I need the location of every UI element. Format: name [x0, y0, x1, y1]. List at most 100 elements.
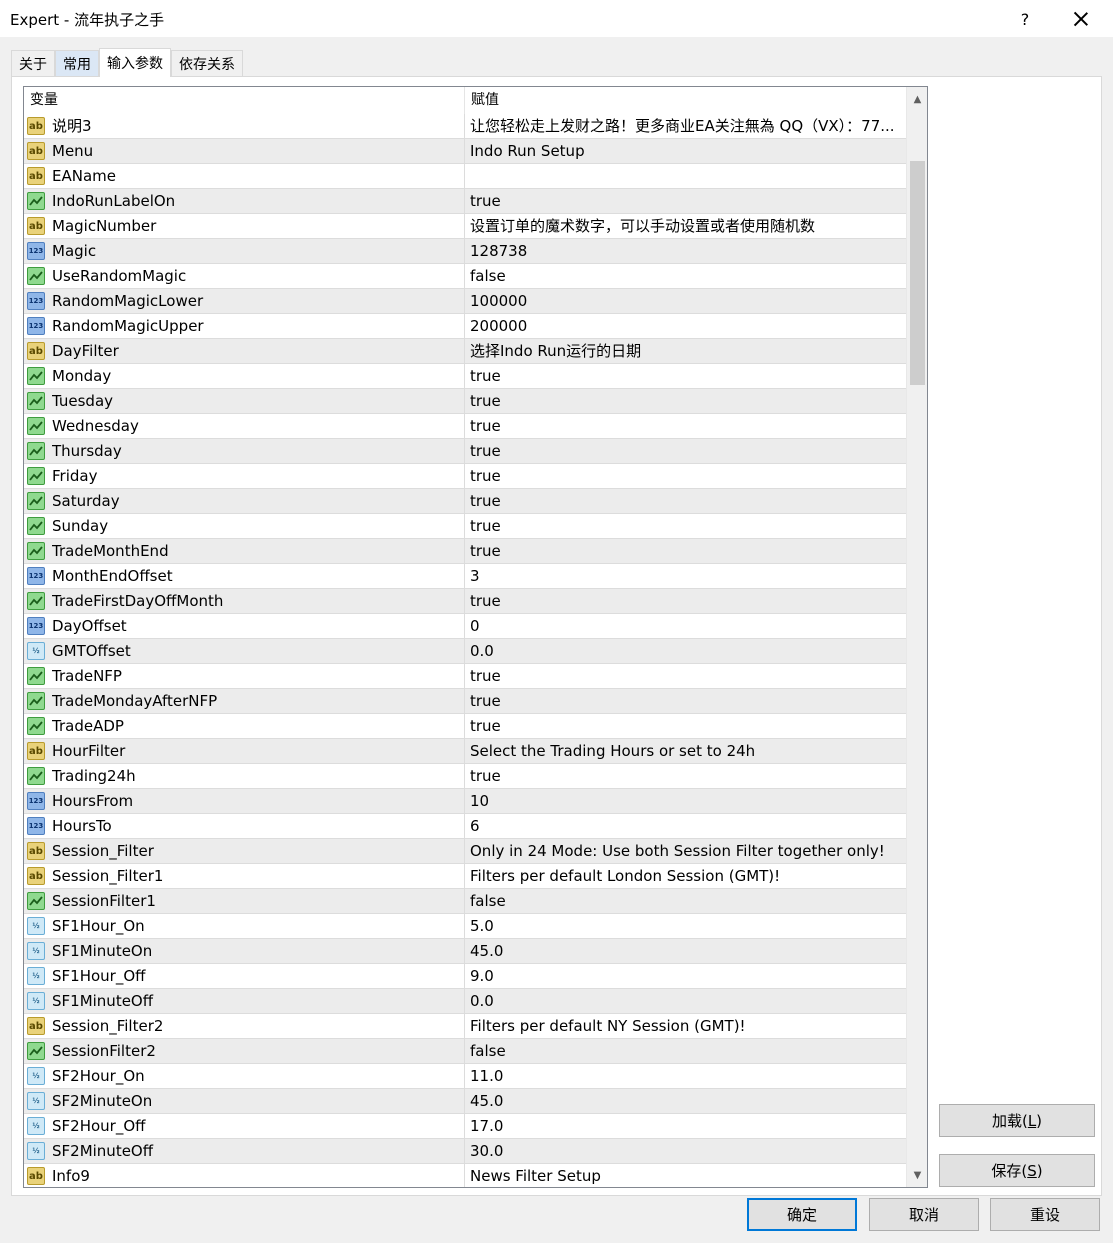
table-row[interactable]: Trading24h true	[24, 764, 906, 789]
table-row[interactable]: ½ SF2Hour_On 11.0	[24, 1064, 906, 1089]
table-row[interactable]: 123 HoursFrom 10	[24, 789, 906, 814]
param-value[interactable]: true	[470, 189, 902, 213]
table-row[interactable]: ab HourFilter Select the Trading Hours or …	[24, 739, 906, 764]
table-row[interactable]: ½ SF1Hour_Off 9.0	[24, 964, 906, 989]
table-row[interactable]: Saturday true	[24, 489, 906, 514]
table-row[interactable]: ab Session_Filter1 Filters per default Lon…	[24, 864, 906, 889]
param-value[interactable]: 45.0	[470, 1089, 902, 1113]
table-row[interactable]: ab DayFilter 选择Indo Run运行的日期	[24, 339, 906, 364]
param-value[interactable]: true	[470, 364, 902, 388]
param-value[interactable]: 200000	[470, 314, 902, 338]
table-row[interactable]: Thursday true	[24, 439, 906, 464]
param-value[interactable]: 3	[470, 564, 902, 588]
param-value[interactable]: 9.0	[470, 964, 902, 988]
param-value[interactable]: Select the Trading Hours or set to 24h	[470, 739, 902, 763]
param-value[interactable]: true	[470, 714, 902, 738]
param-value[interactable]: 0.0	[470, 989, 902, 1013]
help-button[interactable]: ?	[1002, 0, 1048, 38]
table-row[interactable]: 123 HoursTo 6	[24, 814, 906, 839]
param-value[interactable]: 0.0	[470, 639, 902, 663]
param-value[interactable]: true	[470, 414, 902, 438]
param-value[interactable]: 17.0	[470, 1114, 902, 1138]
param-value[interactable]: 让您轻松走上发财之路！更多商业EA关注無為 QQ（VX）：77...	[470, 114, 902, 138]
param-value[interactable]: true	[470, 589, 902, 613]
table-row[interactable]: ½ GMTOffset 0.0	[24, 639, 906, 664]
table-row[interactable]: Monday true	[24, 364, 906, 389]
table-row[interactable]: 123 RandomMagicUpper 200000	[24, 314, 906, 339]
scroll-thumb[interactable]	[910, 161, 925, 385]
param-value[interactable]: News Filter Setup	[470, 1164, 902, 1187]
param-value[interactable]: 5.0	[470, 914, 902, 938]
param-value[interactable]: Filters per default London Session (GMT)…	[470, 864, 902, 888]
header-variable[interactable]: 变量	[24, 87, 465, 114]
table-row[interactable]: ½ SF2MinuteOn 45.0	[24, 1089, 906, 1114]
table-row[interactable]: ab 说明3 让您轻松走上发财之路！更多商业EA关注無為 QQ（VX）：77...	[24, 114, 906, 139]
table-row[interactable]: ab MagicNumber 设置订单的魔术数字，可以手动设置或者使用随机数	[24, 214, 906, 239]
param-value[interactable]: 100000	[470, 289, 902, 313]
param-value[interactable]: true	[470, 489, 902, 513]
param-value[interactable]: true	[470, 439, 902, 463]
load-button[interactable]: 加载(L)	[939, 1104, 1095, 1137]
param-value[interactable]: true	[470, 764, 902, 788]
param-value[interactable]: false	[470, 264, 902, 288]
param-value[interactable]: false	[470, 1039, 902, 1063]
param-value[interactable]: true	[470, 514, 902, 538]
tab-about[interactable]: 关于	[11, 50, 55, 77]
scroll-up-arrow-icon[interactable]: ▲	[907, 89, 927, 109]
param-value[interactable]: 设置订单的魔术数字，可以手动设置或者使用随机数	[470, 214, 902, 238]
vertical-scrollbar[interactable]: ▲ ▼	[906, 87, 927, 1187]
ok-button[interactable]: 确定	[747, 1198, 857, 1231]
table-row[interactable]: ½ SF2Hour_Off 17.0	[24, 1114, 906, 1139]
tab-common[interactable]: 常用	[55, 50, 99, 77]
scroll-down-arrow-icon[interactable]: ▼	[907, 1165, 927, 1185]
table-row[interactable]: Friday true	[24, 464, 906, 489]
param-value[interactable]: 10	[470, 789, 902, 813]
param-value[interactable]: false	[470, 889, 902, 913]
param-value[interactable]: 30.0	[470, 1139, 902, 1163]
table-row[interactable]: Sunday true	[24, 514, 906, 539]
table-row[interactable]: TradeMonthEnd true	[24, 539, 906, 564]
table-row[interactable]: TradeADP true	[24, 714, 906, 739]
param-value[interactable]: 0	[470, 614, 902, 638]
header-value[interactable]: 赋值	[464, 87, 906, 114]
table-row[interactable]: ab EAName	[24, 164, 906, 189]
table-row[interactable]: ½ SF1MinuteOff 0.0	[24, 989, 906, 1014]
param-value[interactable]: Indo Run Setup	[470, 139, 902, 163]
table-row[interactable]: 123 DayOffset 0	[24, 614, 906, 639]
cancel-button[interactable]: 取消	[869, 1198, 979, 1231]
param-value[interactable]: true	[470, 689, 902, 713]
table-row[interactable]: Tuesday true	[24, 389, 906, 414]
param-value[interactable]: Only in 24 Mode: Use both Session Filter…	[470, 839, 902, 863]
table-row[interactable]: TradeNFP true	[24, 664, 906, 689]
table-row[interactable]: SessionFilter2 false	[24, 1039, 906, 1064]
table-row[interactable]: TradeFirstDayOffMonth true	[24, 589, 906, 614]
table-row[interactable]: Wednesday true	[24, 414, 906, 439]
table-row[interactable]: ab Session_Filter2 Filters per default NY …	[24, 1014, 906, 1039]
table-row[interactable]: ½ SF1Hour_On 5.0	[24, 914, 906, 939]
param-value[interactable]: true	[470, 389, 902, 413]
table-row[interactable]: ab Menu Indo Run Setup	[24, 139, 906, 164]
param-value[interactable]: 45.0	[470, 939, 902, 963]
close-button[interactable]	[1058, 0, 1104, 38]
save-button[interactable]: 保存(S)	[939, 1154, 1095, 1187]
param-value[interactable]: 128738	[470, 239, 902, 263]
param-value[interactable]: true	[470, 539, 902, 563]
param-value[interactable]: Filters per default NY Session (GMT)!	[470, 1014, 902, 1038]
param-value[interactable]: 6	[470, 814, 902, 838]
table-row[interactable]: ab Session_Filter Only in 24 Mode: Use bot…	[24, 839, 906, 864]
table-row[interactable]: SessionFilter1 false	[24, 889, 906, 914]
reset-button[interactable]: 重设	[990, 1198, 1100, 1231]
param-value[interactable]: 选择Indo Run运行的日期	[470, 339, 902, 363]
param-value[interactable]: true	[470, 664, 902, 688]
table-row[interactable]: 123 MonthEndOffset 3	[24, 564, 906, 589]
table-row[interactable]: ½ SF2MinuteOff 30.0	[24, 1139, 906, 1164]
table-row[interactable]: 123 RandomMagicLower 100000	[24, 289, 906, 314]
table-row[interactable]: ab Info9 News Filter Setup	[24, 1164, 906, 1187]
tab-dependencies[interactable]: 依存关系	[171, 50, 243, 77]
table-row[interactable]: 123 Magic 128738	[24, 239, 906, 264]
param-value[interactable]	[470, 164, 902, 188]
tab-inputs[interactable]: 输入参数	[99, 48, 171, 77]
param-value[interactable]: 11.0	[470, 1064, 902, 1088]
param-value[interactable]: true	[470, 464, 902, 488]
table-row[interactable]: ½ SF1MinuteOn 45.0	[24, 939, 906, 964]
